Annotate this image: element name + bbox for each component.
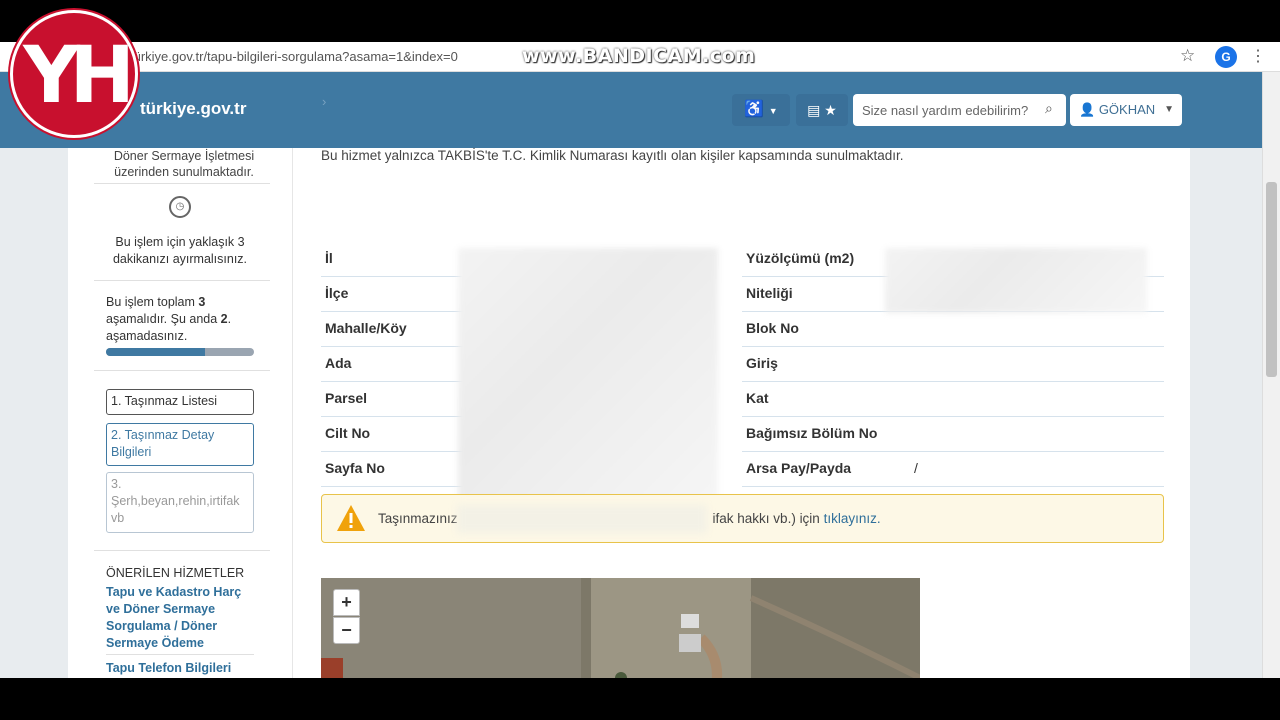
- sidebar-intro: Döner Sermaye İşletmesi üzerinden sunulm…: [113, 149, 255, 179]
- search-input[interactable]: [853, 94, 1043, 126]
- page-scrollbar[interactable]: [1262, 72, 1280, 678]
- accessibility-button[interactable]: ♿ ▼: [732, 94, 790, 126]
- field-label: Arsa Pay/Payda: [746, 460, 852, 476]
- search-box[interactable]: ⌕: [853, 94, 1066, 126]
- recommended-link-harc[interactable]: Tapu ve Kadastro Harç ve Döner Sermaye S…: [106, 584, 256, 652]
- user-icon: 👤: [1079, 102, 1096, 117]
- browser-menu-icon[interactable]: ⋮: [1250, 46, 1266, 66]
- redacted-values-right: [885, 248, 1147, 313]
- redacted-values-left: [458, 248, 718, 518]
- warning-text-end: ifak hakkı vb.) için: [712, 511, 824, 526]
- letterbox-top: [0, 0, 1280, 42]
- star-icon: ★: [824, 102, 837, 118]
- duration-text: Bu işlem için yaklaşık 3 dakikanızı ayır…: [112, 235, 248, 266]
- profile-avatar[interactable]: G: [1215, 46, 1237, 68]
- chevron-down-icon: ▼: [1164, 104, 1174, 115]
- redacted-warning: [457, 505, 707, 533]
- recorder-watermark: www.BANDICAM.com: [522, 45, 756, 67]
- chevron-down-icon: ▼: [768, 106, 778, 116]
- field-label: İlçe: [325, 285, 349, 301]
- map-imagery: [321, 578, 920, 678]
- map-zoom-out-button[interactable]: −: [333, 617, 360, 644]
- user-name: GÖKHAN: [1098, 102, 1156, 117]
- step-1-link[interactable]: 1. Taşınmaz Listesi: [106, 389, 254, 415]
- site-logo[interactable]: türkiye.gov.tr: [140, 99, 246, 119]
- channel-logo-text: YH: [23, 31, 135, 121]
- field-label: Ada: [325, 355, 352, 371]
- field-label: Bağımsız Bölüm No: [746, 425, 878, 441]
- steps-total: 3: [198, 295, 206, 309]
- warning-icon: [337, 505, 365, 531]
- table-row: Kat: [742, 382, 1164, 417]
- map-zoom-in-button[interactable]: +: [333, 589, 360, 616]
- table-row: Giriş: [742, 347, 1164, 382]
- field-label: Mahalle/Köy: [325, 320, 407, 336]
- field-label: Niteliği: [746, 285, 793, 301]
- favorites-button[interactable]: ▤ ★: [796, 94, 848, 126]
- main-content: Bu hizmet yalnızca TAKBİS'te T.C. Kimlik…: [292, 148, 1190, 678]
- steps-current: 2: [220, 312, 228, 326]
- card-icon: ▤: [807, 102, 821, 118]
- field-label: İl: [325, 250, 333, 266]
- web-page: türkiye.gov.tr › ♿ ▼ ▤ ★ ⌕ 👤 GÖKHAN ▼ Dö: [0, 72, 1262, 678]
- recommended-link-telefon[interactable]: Tapu Telefon Bilgileri: [106, 660, 256, 677]
- step-3-disabled: 3. Şerh,beyan,rehin,irtifak vb: [106, 472, 254, 533]
- field-label: Parsel: [325, 390, 368, 406]
- screen-frame: türkiye.gov.tr/tapu-bilgileri-sorgulama?…: [0, 0, 1280, 720]
- divider: [94, 280, 270, 281]
- accessibility-icon: ♿: [744, 101, 765, 118]
- divider: [94, 183, 270, 184]
- breadcrumb-ghost: ›: [322, 94, 327, 109]
- step-progress-bar: [106, 348, 254, 356]
- progress-fill: [106, 348, 206, 356]
- steps-info-prefix: Bu işlem toplam: [106, 295, 199, 309]
- table-row: Bağımsız Bölüm No: [742, 417, 1164, 452]
- left-sidebar: Döner Sermaye İşletmesi üzerinden sunulm…: [68, 148, 292, 678]
- browser-address-bar[interactable]: türkiye.gov.tr/tapu-bilgileri-sorgulama?…: [0, 42, 1280, 72]
- warning-link[interactable]: tıklayınız.: [824, 511, 881, 526]
- field-label: Giriş: [746, 355, 778, 371]
- field-label: Yüzölçümü (m2): [746, 250, 855, 266]
- user-menu-button[interactable]: 👤 GÖKHAN ▼: [1070, 94, 1182, 126]
- warning-alert: Taşınmazınız ifak hakkı vb.) için tıklayı…: [321, 494, 1164, 543]
- divider: [106, 654, 254, 655]
- warning-text-start: Taşınmazınız: [378, 511, 458, 526]
- steps-info-middle: aşamalıdır. Şu anda: [106, 312, 221, 326]
- clock-icon: ◷: [169, 196, 191, 218]
- letterbox-bottom: [0, 678, 1280, 720]
- steps-info: Bu işlem toplam 3 aşamalıdır. Şu anda 2.…: [106, 294, 256, 345]
- divider: [94, 550, 270, 551]
- table-row: Blok No: [742, 312, 1164, 347]
- field-label: Kat: [746, 390, 769, 406]
- field-label: Cilt No: [325, 425, 371, 441]
- divider: [94, 370, 270, 371]
- url-text[interactable]: türkiye.gov.tr/tapu-bilgileri-sorgulama?…: [130, 49, 458, 64]
- channel-logo: YH: [10, 10, 138, 138]
- field-label: Blok No: [746, 320, 799, 336]
- arsa-pay-value: /: [914, 460, 918, 476]
- site-header: türkiye.gov.tr › ♿ ▼ ▤ ★ ⌕ 👤 GÖKHAN ▼: [0, 72, 1262, 148]
- table-row: Arsa Pay/Payda /: [742, 452, 1164, 487]
- service-notice: Bu hizmet yalnızca TAKBİS'te T.C. Kimlik…: [321, 148, 904, 163]
- scrollbar-thumb[interactable]: [1266, 182, 1277, 377]
- recommended-title: ÖNERİLEN HİZMETLER: [106, 566, 245, 580]
- field-label: Sayfa No: [325, 460, 385, 476]
- satellite-map[interactable]: + −: [321, 578, 920, 678]
- bookmark-star-icon[interactable]: ☆: [1180, 46, 1195, 66]
- step-2-current[interactable]: 2. Taşınmaz Detay Bilgileri: [106, 423, 254, 466]
- search-icon[interactable]: ⌕: [1045, 100, 1053, 117]
